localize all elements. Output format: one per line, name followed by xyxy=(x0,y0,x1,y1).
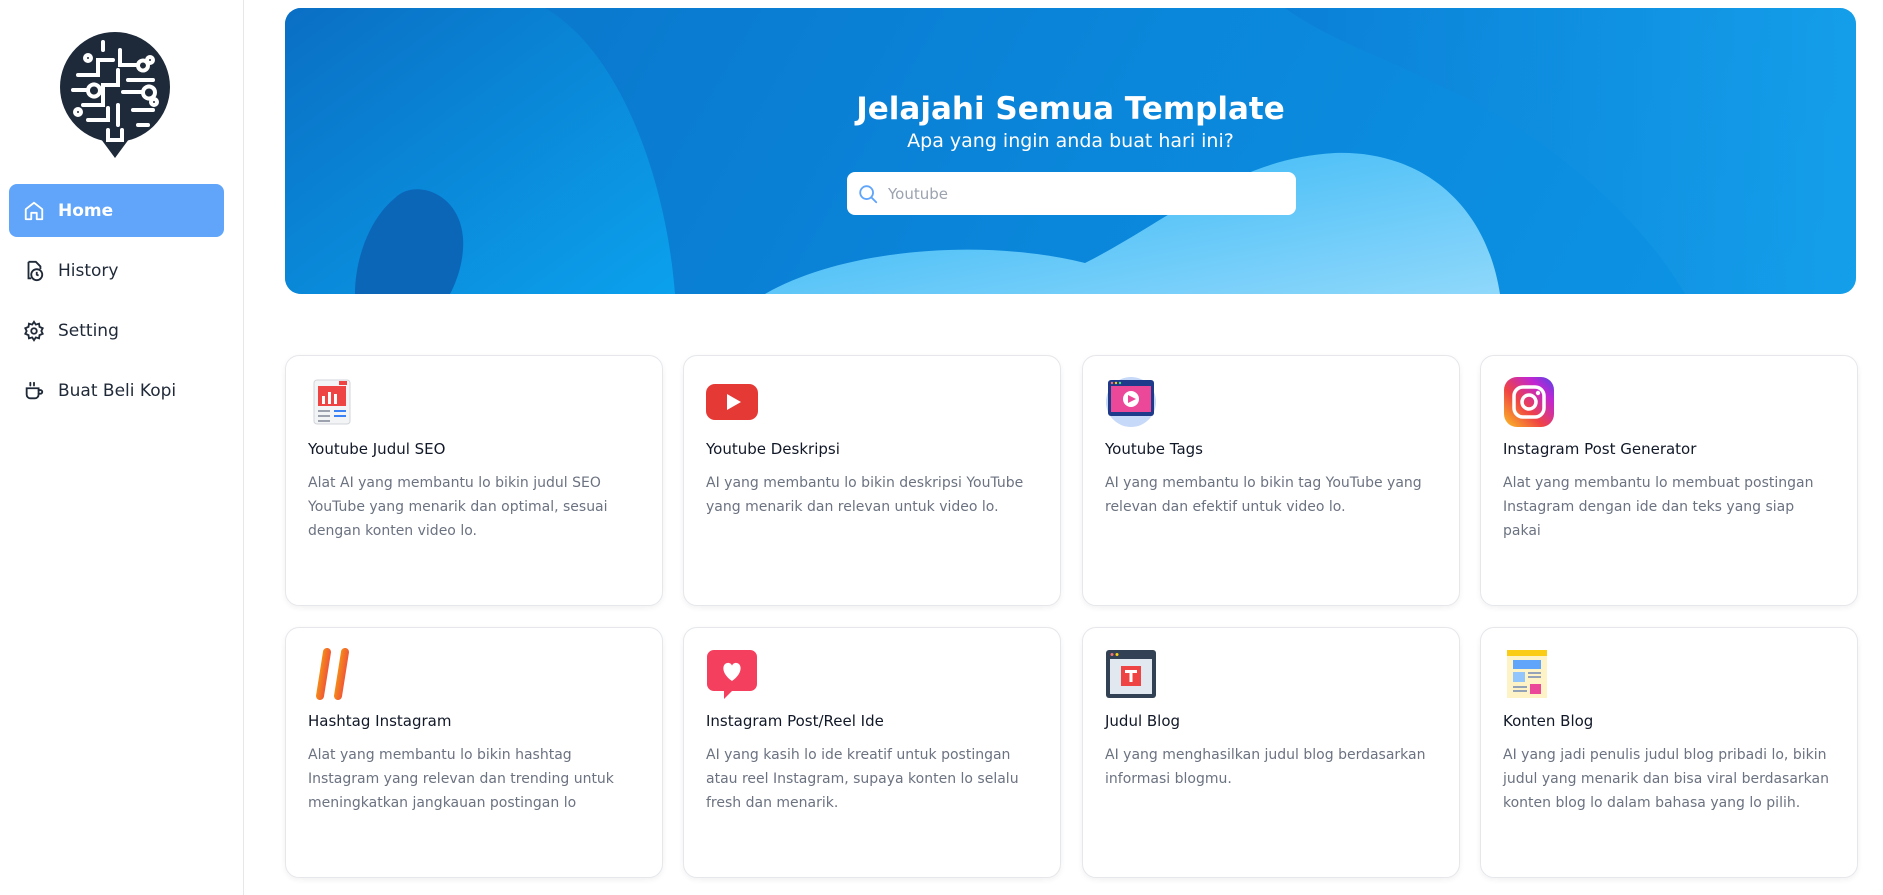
card-description: AI yang membantu lo bikin deskripsi YouT… xyxy=(706,475,1024,515)
blog-title-window-icon xyxy=(1105,648,1157,700)
sidebar-item-home[interactable]: Home xyxy=(9,184,224,237)
sidebar-item-history[interactable]: History xyxy=(9,244,224,297)
gear-icon xyxy=(22,319,46,343)
card-description: Alat yang membantu lo membuat postingan … xyxy=(1503,475,1814,539)
card-title: Youtube Deskripsi xyxy=(706,440,840,458)
sidebar-item-label: Setting xyxy=(58,320,119,341)
home-icon xyxy=(22,199,46,223)
youtube-play-icon xyxy=(706,376,758,428)
sidebar-item-label: Buat Beli Kopi xyxy=(58,380,177,401)
template-card-youtube-tags[interactable]: Youtube Tags AI yang membantu lo bikin t… xyxy=(1082,355,1460,606)
card-description: AI yang jadi penulis judul blog pribadi … xyxy=(1503,747,1829,811)
template-card-youtube-deskripsi[interactable]: Youtube Deskripsi AI yang membantu lo bi… xyxy=(683,355,1061,606)
card-description: AI yang kasih lo ide kreatif untuk posti… xyxy=(706,747,1019,811)
template-card-instagram-post-reel-ide[interactable]: Instagram Post/Reel Ide AI yang kasih lo… xyxy=(683,627,1061,878)
card-title: Youtube Judul SEO xyxy=(308,440,446,458)
card-title: Konten Blog xyxy=(1503,712,1594,730)
card-description: Alat yang membantu lo bikin hashtag Inst… xyxy=(308,747,614,811)
video-browser-icon xyxy=(1105,376,1157,428)
heart-chat-icon xyxy=(706,648,758,700)
card-title: Judul Blog xyxy=(1105,712,1181,730)
template-card-judul-blog[interactable]: Judul Blog AI yang menghasilkan judul bl… xyxy=(1082,627,1460,878)
card-description: AI yang membantu lo bikin tag YouTube ya… xyxy=(1105,475,1422,515)
template-card-youtube-judul-seo[interactable]: Youtube Judul SEO Alat AI yang membantu … xyxy=(285,355,663,606)
hashtag-icon xyxy=(307,648,360,700)
sidebar-item-label: Home xyxy=(58,200,114,221)
brand-logo[interactable] xyxy=(58,30,172,160)
sidebar: Home History Setting Buat Beli Kopi xyxy=(0,0,244,895)
app: Home History Setting Buat Beli Kopi Jela… xyxy=(0,0,1883,895)
card-description: Alat AI yang membantu lo bikin judul SEO… xyxy=(308,475,608,539)
hero-title: Jelajahi Semua Template xyxy=(856,91,1285,127)
search-bar[interactable] xyxy=(847,172,1296,215)
sidebar-item-label: History xyxy=(58,260,119,281)
template-card-hashtag-instagram[interactable]: Hashtag Instagram Alat yang membantu lo … xyxy=(285,627,663,878)
sidebar-item-buy-coffee[interactable]: Buat Beli Kopi xyxy=(9,364,224,417)
search-icon xyxy=(857,183,879,205)
card-description: AI yang menghasilkan judul blog berdasar… xyxy=(1105,747,1426,787)
hero-subtitle: Apa yang ingin anda buat hari ini? xyxy=(907,130,1234,152)
template-card-instagram-post-generator[interactable]: Instagram Post Generator Alat yang memba… xyxy=(1480,355,1858,606)
card-title: Instagram Post Generator xyxy=(1503,440,1697,458)
card-title: Instagram Post/Reel Ide xyxy=(706,712,884,730)
coffee-cup-icon xyxy=(22,379,46,403)
card-title: Hashtag Instagram xyxy=(308,712,452,730)
card-title: Youtube Tags xyxy=(1105,440,1203,458)
search-input[interactable] xyxy=(888,184,1268,203)
sidebar-nav: Home History Setting Buat Beli Kopi xyxy=(9,184,224,424)
template-card-konten-blog[interactable]: Konten Blog AI yang jadi penulis judul b… xyxy=(1480,627,1858,878)
hero-banner: Jelajahi Semua Template Apa yang ingin a… xyxy=(285,8,1856,294)
blog-document-icon xyxy=(1503,648,1555,700)
history-icon xyxy=(22,259,46,283)
sidebar-item-setting[interactable]: Setting xyxy=(9,304,224,357)
seo-report-icon xyxy=(308,376,360,428)
instagram-icon xyxy=(1503,376,1555,428)
